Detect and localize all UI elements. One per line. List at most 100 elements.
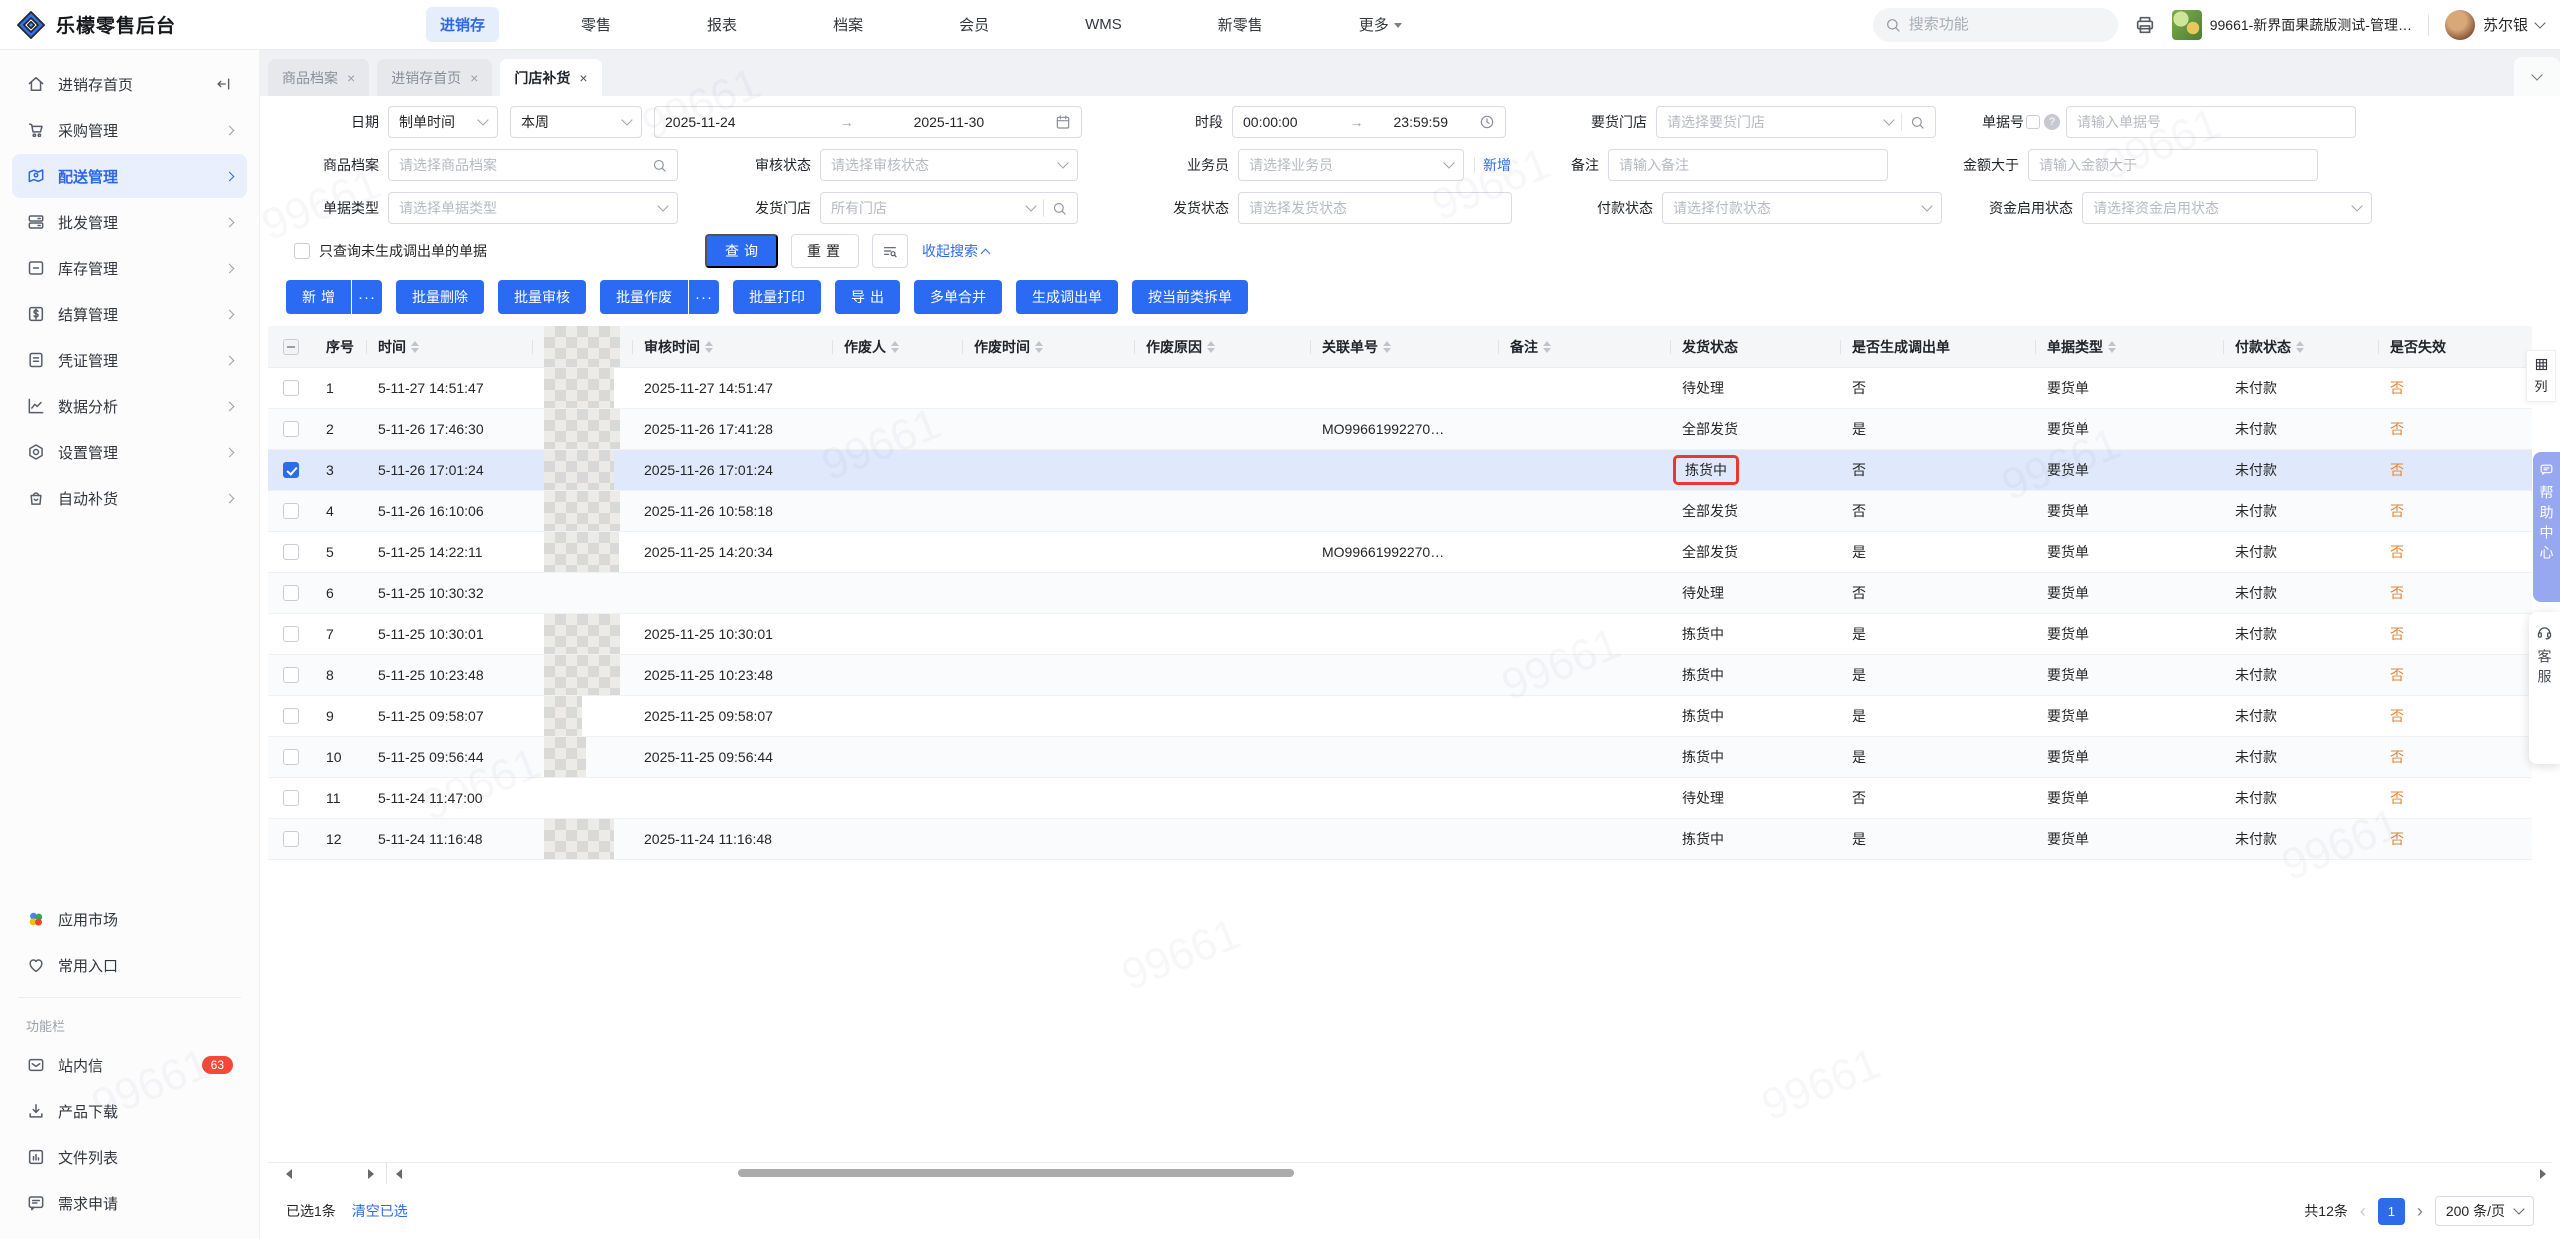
column-header-时间[interactable]: 时间 bbox=[366, 326, 532, 367]
table-row[interactable]: 75-11-25 10:30:012025-11-25 10:30:01拣货中是… bbox=[268, 614, 2532, 655]
page-size-select[interactable]: 200 条/页 bbox=[2435, 1196, 2534, 1226]
doc-no-input[interactable] bbox=[2077, 114, 2345, 130]
column-header-作废时间[interactable]: 作废时间 bbox=[962, 326, 1134, 367]
table-row[interactable]: 25-11-26 17:46:302025-11-26 17:41:28MO99… bbox=[268, 409, 2532, 450]
row-checkbox[interactable] bbox=[283, 790, 299, 806]
reset-button[interactable]: 重置 bbox=[791, 234, 859, 268]
toolbar-button-导出[interactable]: 导出 bbox=[835, 280, 900, 314]
row-checkbox[interactable] bbox=[283, 831, 299, 847]
prev-page-button[interactable]: ‹ bbox=[2360, 1202, 2366, 1220]
sort-icon[interactable] bbox=[2296, 341, 2304, 353]
table-row[interactable]: 115-11-24 11:47:00待处理否要货单未付款否 bbox=[268, 778, 2532, 819]
search-icon[interactable] bbox=[652, 158, 667, 173]
ship-store-select[interactable]: 所有门店 bbox=[820, 192, 1078, 224]
time-range-picker[interactable]: 00:00:00 → 23:59:59 bbox=[1232, 106, 1506, 138]
scroll-left-icon[interactable] bbox=[396, 1169, 402, 1179]
column-header-作废人[interactable]: 作废人 bbox=[832, 326, 962, 367]
table-row[interactable]: 85-11-25 10:23:482025-11-25 10:23:48拣货中是… bbox=[268, 655, 2532, 696]
user-menu[interactable]: 苏尔银 bbox=[2445, 10, 2544, 40]
sort-icon[interactable] bbox=[705, 341, 713, 353]
sidebar-item-结算管理[interactable]: 结算管理 bbox=[12, 292, 247, 336]
sidebar-item-设置管理[interactable]: 设置管理 bbox=[12, 430, 247, 474]
toolbar-button-批量审核[interactable]: 批量审核 bbox=[498, 280, 586, 314]
sidebar-collapse-icon[interactable] bbox=[213, 74, 233, 94]
toolbar-button-批量删除[interactable]: 批量删除 bbox=[396, 280, 484, 314]
store-selector[interactable]: 99661-新界面果蔬版测试-管理… bbox=[2172, 10, 2412, 40]
global-search[interactable] bbox=[1873, 8, 2118, 42]
tab-门店补货[interactable]: 门店补货× bbox=[500, 59, 601, 96]
tab-商品档案[interactable]: 商品档案× bbox=[268, 59, 369, 96]
sort-icon[interactable] bbox=[1207, 341, 1215, 353]
help-center-tab[interactable]: 帮助中心 bbox=[2533, 452, 2560, 602]
column-header-关联单号[interactable]: 关联单号 bbox=[1310, 326, 1498, 367]
search-icon[interactable] bbox=[1910, 115, 1925, 130]
row-checkbox[interactable] bbox=[283, 421, 299, 437]
clear-selection-link[interactable]: 清空已选 bbox=[352, 1201, 408, 1221]
collapse-search-link[interactable]: 收起搜索 bbox=[922, 241, 989, 261]
sidebar-item-凭证管理[interactable]: 凭证管理 bbox=[12, 338, 247, 382]
nav-item-档案[interactable]: 档案 bbox=[819, 7, 877, 42]
salesman-add-link[interactable]: 新增 bbox=[1474, 155, 1511, 175]
column-settings-tab[interactable]: 列 bbox=[2526, 350, 2556, 402]
nav-item-WMS[interactable]: WMS bbox=[1071, 9, 1136, 40]
toolbar-button-生成调出单[interactable]: 生成调出单 bbox=[1016, 280, 1118, 314]
sidebar-item-应用市场[interactable]: 应用市场 bbox=[12, 897, 247, 941]
table-row[interactable]: 65-11-25 10:30:32待处理否要货单未付款否 bbox=[268, 573, 2532, 614]
nav-item-更多[interactable]: 更多 bbox=[1345, 7, 1416, 42]
ship-status-select[interactable]: 请选择发货状态 bbox=[1238, 192, 1512, 224]
scrollbar-thumb[interactable] bbox=[738, 1169, 1294, 1177]
nav-item-新零售[interactable]: 新零售 bbox=[1204, 7, 1277, 42]
sidebar-item-采购管理[interactable]: 采购管理 bbox=[12, 108, 247, 152]
amount-input[interactable] bbox=[2039, 157, 2307, 173]
toolbar-button-按当前类拆单[interactable]: 按当前类拆单 bbox=[1132, 280, 1248, 314]
next-page-button[interactable]: › bbox=[2417, 1202, 2423, 1220]
row-checkbox[interactable] bbox=[283, 667, 299, 683]
toolbar-button-批量打印[interactable]: 批量打印 bbox=[733, 280, 821, 314]
date-range-picker[interactable]: 2025-11-24 → 2025-11-30 bbox=[654, 106, 1082, 138]
toolbar-button-多单合并[interactable]: 多单合并 bbox=[914, 280, 1002, 314]
sidebar-item-库存管理[interactable]: 库存管理 bbox=[12, 246, 247, 290]
column-header-备注[interactable]: 备注 bbox=[1498, 326, 1670, 367]
salesman-select[interactable]: 请选择业务员 bbox=[1238, 149, 1464, 181]
customer-service-tab[interactable]: 客服 bbox=[2529, 612, 2560, 764]
row-checkbox[interactable] bbox=[283, 544, 299, 560]
search-settings-button[interactable] bbox=[872, 234, 908, 268]
table-row[interactable]: 95-11-25 09:58:072025-11-25 09:58:07拣货中是… bbox=[268, 696, 2532, 737]
scroll-left-icon[interactable] bbox=[286, 1169, 292, 1179]
table-row[interactable]: 45-11-26 16:10:062025-11-26 10:58:18全部发货… bbox=[268, 491, 2532, 532]
table-row[interactable]: 15-11-27 14:51:472025-11-27 14:51:47待处理否… bbox=[268, 368, 2532, 409]
table-row[interactable]: 35-11-26 17:01:242025-11-26 17:01:24拣货中否… bbox=[268, 450, 2532, 491]
row-checkbox[interactable] bbox=[283, 380, 299, 396]
table-row[interactable]: 55-11-25 14:22:112025-11-25 14:20:34MO99… bbox=[268, 532, 2532, 573]
row-checkbox[interactable] bbox=[283, 708, 299, 724]
only-not-generated-checkbox[interactable] bbox=[294, 243, 310, 259]
sort-icon[interactable] bbox=[1543, 341, 1551, 353]
scroll-right-icon[interactable] bbox=[2540, 1169, 2546, 1179]
sort-icon[interactable] bbox=[1035, 341, 1043, 353]
row-checkbox[interactable] bbox=[283, 626, 299, 642]
row-checkbox[interactable] bbox=[283, 462, 299, 478]
table-row[interactable]: 125-11-24 11:16:482025-11-24 11:16:48拣货中… bbox=[268, 819, 2532, 860]
sidebar-item-数据分析[interactable]: 数据分析 bbox=[12, 384, 247, 428]
pay-status-select[interactable]: 请选择付款状态 bbox=[1662, 192, 1942, 224]
search-icon[interactable] bbox=[1052, 201, 1067, 216]
audit-status-select[interactable]: 请选择审核状态 bbox=[820, 149, 1078, 181]
toolbar-more-button[interactable]: ··· bbox=[352, 280, 382, 314]
toolbar-more-button[interactable]: ··· bbox=[689, 280, 719, 314]
row-checkbox[interactable] bbox=[283, 749, 299, 765]
column-header-审核时间[interactable]: 审核时间 bbox=[632, 326, 832, 367]
sidebar-item-常用入口[interactable]: 常用入口 bbox=[12, 943, 247, 987]
sidebar-item-自动补货[interactable]: 自动补货 bbox=[12, 476, 247, 520]
sidebar-item-文件列表[interactable]: 文件列表 bbox=[12, 1135, 247, 1179]
date-range-preset-select[interactable]: 本周 bbox=[510, 106, 642, 138]
row-checkbox[interactable] bbox=[283, 585, 299, 601]
question-icon[interactable]: ? bbox=[2044, 114, 2060, 130]
nav-item-报表[interactable]: 报表 bbox=[693, 7, 751, 42]
sort-icon[interactable] bbox=[411, 341, 419, 353]
sidebar-item-站内信[interactable]: 站内信63 bbox=[12, 1043, 247, 1087]
nav-item-会员[interactable]: 会员 bbox=[945, 7, 1003, 42]
sort-icon[interactable] bbox=[1383, 341, 1391, 353]
column-header-付款状态[interactable]: 付款状态 bbox=[2223, 326, 2378, 367]
sidebar-item-产品下载[interactable]: 产品下载 bbox=[12, 1089, 247, 1133]
close-icon[interactable]: × bbox=[470, 70, 478, 86]
